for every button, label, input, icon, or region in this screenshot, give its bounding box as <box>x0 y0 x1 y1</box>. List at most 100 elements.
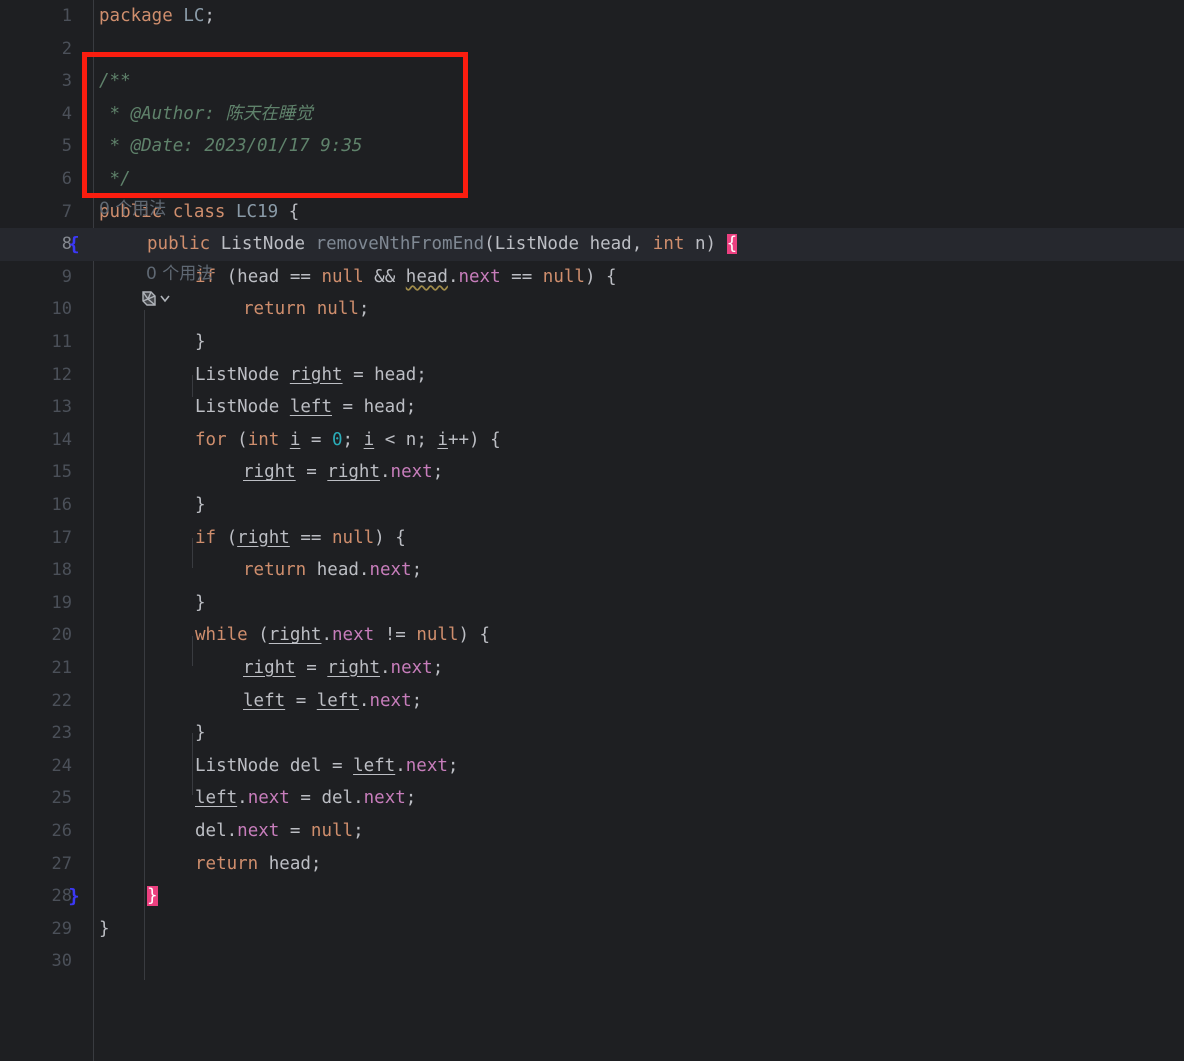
code-text[interactable]: del.next = null; <box>195 815 364 848</box>
line-number[interactable]: 22 <box>0 685 72 718</box>
line-number[interactable]: 12 <box>0 359 72 392</box>
line-number[interactable]: 27 <box>0 848 72 881</box>
line-number[interactable]: 3 <box>0 65 72 98</box>
inlay-hint-class-usages[interactable]: 0 个用法 <box>99 193 166 225</box>
implemented-method-icon[interactable] <box>140 288 180 310</box>
code-line[interactable]: 27 return head; <box>0 848 1184 881</box>
inlay-hint-method-usages[interactable]: 0 个用法 <box>146 258 213 290</box>
code-text[interactable]: public ListNode removeNthFromEnd(ListNod… <box>147 228 738 261</box>
code-text[interactable]: * @Date: 2023/01/17 9:35 <box>99 130 363 163</box>
line-number[interactable]: 5 <box>0 130 72 163</box>
token-punc: } <box>195 495 206 515</box>
code-line[interactable]: 25 left.next = del.next; <box>0 782 1184 815</box>
token-cmt: */ <box>99 169 131 189</box>
line-number[interactable]: 11 <box>0 326 72 359</box>
code-line[interactable]: 20 while (right.next != null) { <box>0 619 1184 652</box>
code-line[interactable]: 5 * @Date: 2023/01/17 9:35 <box>0 130 1184 163</box>
code-line[interactable]: 4 * @Author: 陈天在睡觉 <box>0 98 1184 131</box>
line-number[interactable]: 1 <box>0 0 72 33</box>
code-text[interactable]: for (int i = 0; i < n; i++) { <box>195 424 501 457</box>
token-punc: ; <box>405 788 417 809</box>
code-line[interactable]: 18 return head.next; <box>0 554 1184 587</box>
code-line[interactable]: 30 <box>0 945 1184 978</box>
token-punc: } <box>195 723 206 744</box>
code-line[interactable]: 8{public ListNode removeNthFromEnd(ListN… <box>0 228 1184 261</box>
line-number[interactable]: 10 <box>0 293 72 326</box>
code-text[interactable]: left = left.next; <box>243 685 422 718</box>
code-line[interactable]: 12 ListNode right = head; <box>0 359 1184 392</box>
line-number[interactable]: 25 <box>0 782 72 815</box>
line-number[interactable]: 19 <box>0 587 72 620</box>
line-number[interactable]: 6 <box>0 163 72 196</box>
line-number[interactable]: 30 <box>0 945 72 978</box>
code-text[interactable]: left.next = del.next; <box>195 782 416 815</box>
code-line[interactable]: 11} <box>0 326 1184 359</box>
token-cmt: * @Date: 2023/01/17 9:35 <box>99 136 363 157</box>
line-number[interactable]: 20 <box>0 619 72 652</box>
code-line[interactable]: 14 for (int i = 0; i < n; i++) { <box>0 424 1184 457</box>
code-text[interactable]: right = right.next; <box>243 456 443 489</box>
token-punc: ; <box>411 560 423 581</box>
code-text[interactable]: right = right.next; <box>243 652 443 685</box>
code-text[interactable]: } <box>195 717 206 750</box>
line-number[interactable]: 13 <box>0 391 72 424</box>
token-lvar: right <box>243 658 296 678</box>
token-id: head <box>237 266 280 287</box>
line-number[interactable]: 23 <box>0 717 72 750</box>
token-id: == <box>289 527 332 548</box>
line-number[interactable]: 24 <box>0 750 72 783</box>
line-number[interactable]: 16 <box>0 489 72 522</box>
line-number[interactable]: 18 <box>0 554 72 587</box>
code-line[interactable]: 26 del.next = null; <box>0 815 1184 848</box>
code-text[interactable]: return head; <box>195 848 321 881</box>
code-text[interactable]: package LC; <box>99 0 215 33</box>
code-text[interactable]: ListNode left = head; <box>195 391 416 424</box>
code-text[interactable]: } <box>99 913 110 946</box>
code-text[interactable]: } <box>195 326 206 359</box>
token-lvar: right <box>237 527 290 548</box>
gutter-brace-marker[interactable]: { <box>60 228 88 261</box>
code-line[interactable]: 7 public class LC19 { <box>0 196 1184 229</box>
code-line[interactable]: 29} <box>0 913 1184 946</box>
line-number[interactable]: 2 <box>0 33 72 66</box>
code-line[interactable]: 21 right = right.next; <box>0 652 1184 685</box>
code-text[interactable]: ListNode right = head; <box>195 359 427 392</box>
code-line[interactable]: 16} <box>0 489 1184 522</box>
code-text[interactable]: } <box>147 880 158 913</box>
line-number[interactable]: 29 <box>0 913 72 946</box>
code-text[interactable]: * @Author: 陈天在睡觉 <box>99 98 313 131</box>
code-text[interactable]: } <box>195 587 206 620</box>
line-number[interactable]: 17 <box>0 522 72 555</box>
code-text[interactable]: if (head == null && head.next == null) { <box>195 261 617 294</box>
code-text[interactable]: } <box>195 489 206 522</box>
line-number[interactable]: 7 <box>0 196 72 229</box>
line-number[interactable]: 4 <box>0 98 72 131</box>
code-text[interactable]: return null; <box>243 293 369 326</box>
line-number[interactable]: 14 <box>0 424 72 457</box>
code-line[interactable]: 15 right = right.next; <box>0 456 1184 489</box>
code-line[interactable]: 22 left = left.next; <box>0 685 1184 718</box>
code-text[interactable]: if (right == null) { <box>195 522 406 555</box>
code-line[interactable]: 1 package LC; <box>0 0 1184 33</box>
code-line[interactable]: 19} <box>0 587 1184 620</box>
code-text[interactable]: ListNode del = left.next; <box>195 750 458 783</box>
code-text[interactable]: return head.next; <box>243 554 422 587</box>
code-line[interactable]: 6 */ <box>0 163 1184 196</box>
code-text[interactable]: while (right.next != null) { <box>195 619 490 652</box>
code-line[interactable]: 24 ListNode del = left.next; <box>0 750 1184 783</box>
token-lvar: left <box>353 755 396 776</box>
code-line[interactable]: 23} <box>0 717 1184 750</box>
code-line[interactable]: 3 /** <box>0 65 1184 98</box>
line-number[interactable]: 15 <box>0 456 72 489</box>
gutter-brace-marker[interactable]: } <box>60 880 88 913</box>
code-line[interactable]: 2 <box>0 33 1184 66</box>
code-text[interactable]: */ <box>99 163 131 196</box>
code-text[interactable]: /** <box>99 65 131 98</box>
line-number[interactable]: 26 <box>0 815 72 848</box>
line-number[interactable]: 21 <box>0 652 72 685</box>
code-line[interactable]: 28}} <box>0 880 1184 913</box>
code-editor[interactable]: 1 package LC; 2 3/** 4 * @Author: 陈天在睡觉 5 * @… <box>0 0 1184 1061</box>
code-line[interactable]: 17 if (right == null) { <box>0 522 1184 555</box>
line-number[interactable]: 9 <box>0 261 72 294</box>
code-line[interactable]: 13 ListNode left = head; <box>0 391 1184 424</box>
